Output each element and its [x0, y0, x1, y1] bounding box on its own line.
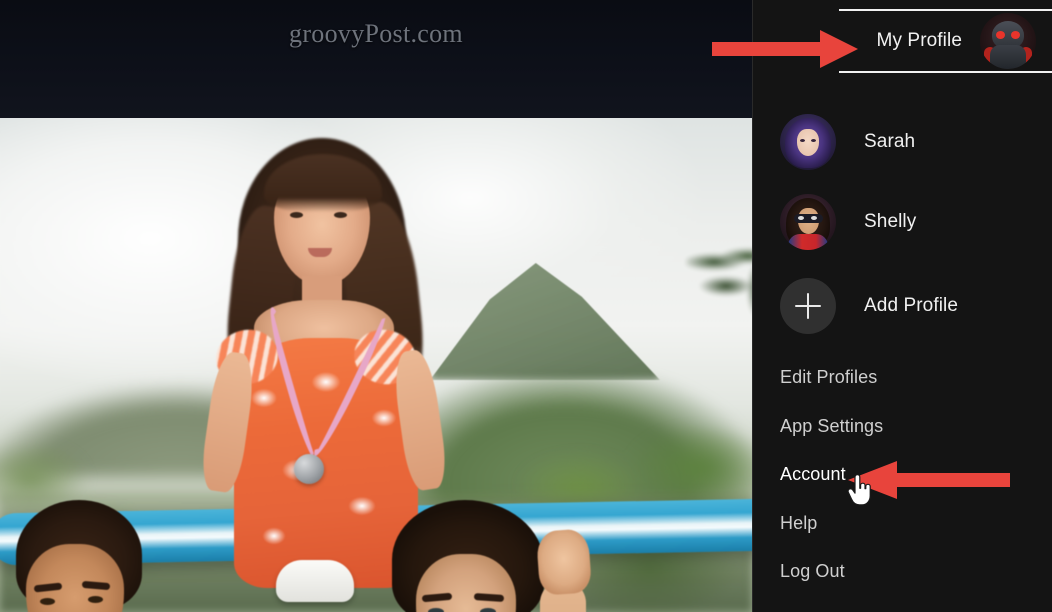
menu-item-label: App Settings	[780, 415, 884, 436]
plus-icon[interactable]	[780, 278, 836, 334]
torso-shape	[990, 45, 1026, 69]
menu-item-label: Account	[780, 463, 846, 484]
menu-item-label: Edit Profiles	[780, 366, 878, 387]
suit-shape	[788, 234, 828, 250]
hero-backdrop: groovyPost.com	[0, 0, 752, 612]
eye-left	[800, 139, 805, 142]
eye-right	[811, 139, 816, 142]
show-poster-image	[0, 118, 752, 612]
ms-marvel-avatar-icon[interactable]	[780, 194, 836, 250]
menu-item-edit-profiles[interactable]: Edit Profiles	[780, 362, 1030, 392]
hero-top-bar	[0, 0, 752, 118]
palm-tree-icon	[686, 242, 752, 334]
app-screen: groovyPost.com My Profile Sarah Shelly A…	[0, 0, 1052, 612]
lens-right	[1011, 31, 1020, 39]
my-profile-label: My Profile	[876, 30, 962, 51]
stethoscope-bell	[294, 454, 324, 484]
menu-item-label: Log Out	[780, 560, 845, 581]
profile-menu-panel: My Profile Sarah Shelly Add Profile Edit…	[752, 0, 1052, 612]
profile-row-sarah[interactable]: Sarah	[780, 114, 1026, 170]
character-left	[0, 500, 214, 612]
menu-item-log-out[interactable]: Log Out	[780, 556, 1030, 586]
menu-item-account[interactable]: Account	[780, 459, 1030, 489]
eye-left	[428, 608, 444, 612]
eye-right	[480, 608, 496, 612]
hand	[535, 528, 593, 596]
eye-left	[798, 216, 804, 220]
profile-name: Shelly	[864, 211, 917, 232]
eye-right	[88, 596, 103, 603]
eye-right	[334, 212, 347, 218]
my-profile-button[interactable]: My Profile	[839, 9, 1052, 73]
eye-left	[290, 212, 303, 218]
character-right	[370, 500, 630, 612]
menu-item-label: Help	[780, 512, 818, 533]
lens-left	[996, 31, 1005, 39]
eye-right	[811, 216, 817, 220]
face-shape	[797, 129, 819, 156]
add-profile-label: Add Profile	[864, 295, 959, 316]
antman-avatar-icon[interactable]	[980, 13, 1036, 69]
profile-name: Sarah	[864, 131, 916, 152]
watermark-text: groovyPost.com	[289, 19, 463, 48]
eye-left	[40, 598, 55, 605]
menu-item-help[interactable]: Help	[780, 508, 1030, 538]
sneaker	[276, 560, 354, 602]
add-profile-button[interactable]: Add Profile	[780, 278, 1026, 334]
mal-avatar-icon[interactable]	[780, 114, 836, 170]
profile-row-shelly[interactable]: Shelly	[780, 194, 1026, 250]
menu-item-app-settings[interactable]: App Settings	[780, 411, 1030, 441]
